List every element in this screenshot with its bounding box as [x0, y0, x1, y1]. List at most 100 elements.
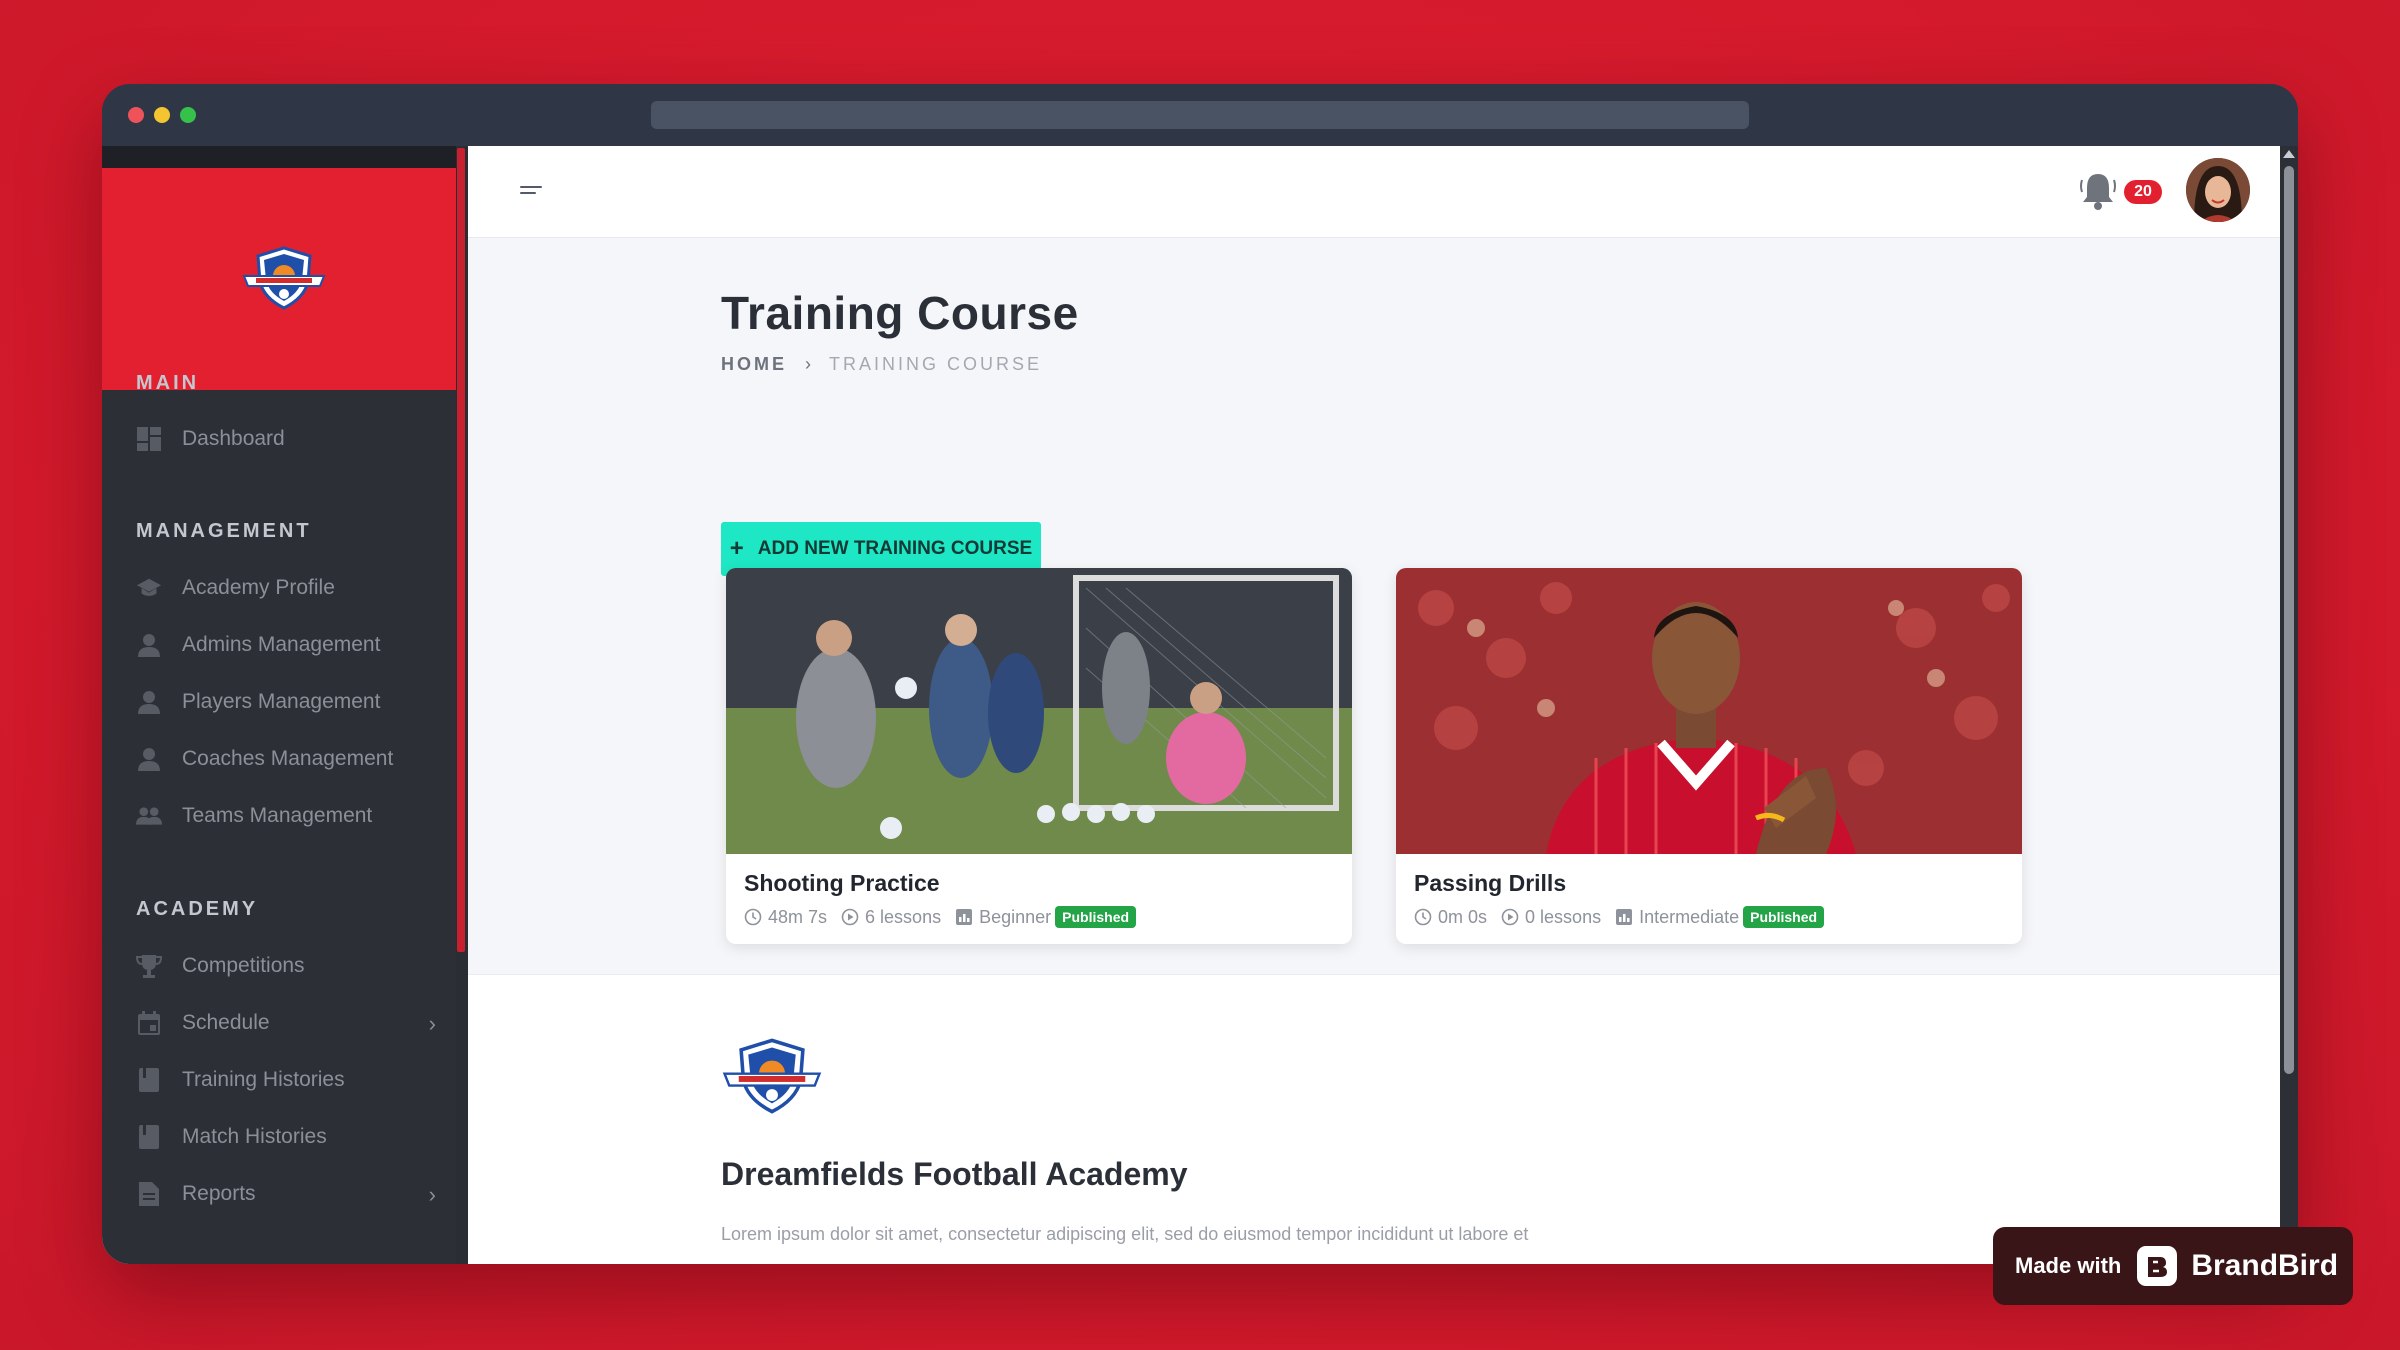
course-lessons: 0 lessons: [1525, 906, 1602, 927]
sidebar-item-training-histories[interactable]: Training Histories: [136, 1060, 436, 1100]
book-icon: [136, 1124, 162, 1150]
chevron-right-icon: ›: [428, 1011, 436, 1036]
course-thumbnail: [1396, 568, 2022, 854]
breadcrumb-current: TRAINING COURSE: [829, 354, 1043, 374]
course-card-passing-drills[interactable]: Passing Drills 0m 0s 0 lessons Intermedi…: [1396, 568, 2022, 944]
graduation-cap-icon: [136, 575, 162, 601]
sidebar-item-label: Schedule: [182, 1011, 270, 1034]
sidebar-item-label: Dashboard: [182, 427, 285, 450]
sidebar-scroll-thumb[interactable]: [457, 148, 465, 952]
sidebar-item-players-management[interactable]: Players Management: [136, 682, 436, 722]
status-badge: Published: [1743, 906, 1825, 928]
course-meta: 0m 0s 0 lessons Intermediate Published: [1414, 906, 1838, 928]
dashboard-icon: [136, 426, 162, 452]
user-icon: [136, 746, 162, 772]
trophy-icon: [136, 953, 162, 979]
course-lessons: 6 lessons: [865, 906, 942, 927]
sidebar-item-dashboard[interactable]: Dashboard: [136, 419, 436, 459]
sidebar-top-strip: [102, 146, 456, 168]
sidebar-item-coaches-management[interactable]: Coaches Management: [136, 739, 436, 779]
sidebar-item-label: Match Histories: [182, 1125, 327, 1148]
address-bar[interactable]: [651, 101, 1749, 129]
course-card-shooting-practice[interactable]: Shooting Practice 48m 7s 6 lessons Begin…: [726, 568, 1352, 944]
browser-window: MAIN Dashboard MANAGEMENT Academy Profil…: [102, 84, 2298, 1264]
book-icon: [136, 1067, 162, 1093]
add-button-label: ADD NEW TRAINING COURSE: [757, 538, 1033, 559]
meta-item: 0 lessons: [1501, 907, 1601, 928]
main-scroll-thumb[interactable]: [2284, 166, 2294, 1074]
academy-logo[interactable]: [722, 1038, 822, 1114]
academy-logo[interactable]: [242, 246, 326, 310]
plus-icon: +: [729, 535, 744, 562]
footer: [468, 974, 2280, 1264]
play-circle-icon: [841, 908, 859, 926]
sidebar: MAIN Dashboard MANAGEMENT Academy Profil…: [102, 146, 468, 1264]
clock-icon: [1414, 908, 1432, 926]
brandbird-logo-icon: [2137, 1246, 2178, 1286]
menu-toggle-icon[interactable]: [520, 186, 544, 200]
sidebar-item-competitions[interactable]: Competitions: [136, 946, 436, 986]
course-title: Passing Drills: [1414, 870, 1567, 896]
breadcrumb: HOME › TRAINING COURSE: [721, 354, 1042, 375]
meta-item: Intermediate Published: [1615, 906, 1825, 928]
meta-item: 0m 0s: [1414, 907, 1487, 928]
sidebar-item-academy-profile[interactable]: Academy Profile: [136, 568, 436, 608]
meta-item: Beginner Published: [955, 906, 1137, 928]
play-circle-icon: [1501, 908, 1519, 926]
bar-chart-icon: [956, 909, 973, 925]
sidebar-item-label: Training Histories: [182, 1068, 345, 1091]
users-icon: [136, 803, 162, 829]
breadcrumb-home-link[interactable]: HOME: [721, 354, 787, 375]
promo-made-with: Made with: [2015, 1253, 2122, 1278]
sidebar-item-admins-management[interactable]: Admins Management: [136, 625, 436, 665]
minimize-window-button[interactable]: [154, 107, 170, 123]
notification-bell-icon[interactable]: [2078, 170, 2118, 212]
page-title: Training Course: [721, 287, 1079, 339]
sidebar-item-label: Reports: [182, 1182, 256, 1205]
window-titlebar: [102, 84, 2298, 146]
course-title: Shooting Practice: [744, 870, 940, 896]
sidebar-item-label: Players Management: [182, 690, 381, 713]
sidebar-item-schedule[interactable]: Schedule ›: [136, 1003, 436, 1043]
sidebar-item-label: Academy Profile: [182, 576, 335, 599]
sidebar-item-label: Competitions: [182, 954, 305, 977]
user-icon: [136, 689, 162, 715]
chevron-right-icon: ›: [428, 1182, 436, 1207]
close-window-button[interactable]: [128, 107, 144, 123]
top-bar: 20: [468, 146, 2280, 238]
sidebar-item-match-histories[interactable]: Match Histories: [136, 1117, 436, 1157]
course-meta: 48m 7s 6 lessons Beginner Published: [744, 906, 1150, 928]
app-viewport: MAIN Dashboard MANAGEMENT Academy Profil…: [102, 146, 2298, 1264]
nav-section-main: MAIN: [136, 372, 200, 394]
chevron-right-icon: ›: [805, 354, 811, 374]
notification-count-badge: 20: [2124, 180, 2162, 204]
sidebar-item-label: Admins Management: [182, 633, 381, 656]
user-icon: [136, 632, 162, 658]
course-level: Intermediate: [1639, 906, 1740, 927]
meta-item: 48m 7s: [744, 907, 827, 928]
brandbird-promo-badge[interactable]: Made with BrandBird: [1993, 1227, 2353, 1305]
course-duration: 0m 0s: [1438, 906, 1488, 927]
promo-brand-name: BrandBird: [2191, 1249, 2339, 1282]
sidebar-item-label: Teams Management: [182, 804, 373, 827]
sidebar-item-label: Coaches Management: [182, 747, 394, 770]
brand-header: [102, 168, 456, 390]
clock-icon: [744, 908, 762, 926]
nav-section-management: MANAGEMENT: [136, 520, 312, 542]
sidebar-item-reports[interactable]: Reports ›: [136, 1174, 436, 1214]
user-avatar[interactable]: [2186, 158, 2250, 222]
scroll-up-arrow-icon[interactable]: [2283, 150, 2295, 158]
document-icon: [136, 1181, 162, 1207]
bar-chart-icon: [1616, 909, 1633, 925]
calendar-icon: [136, 1010, 162, 1036]
course-duration: 48m 7s: [768, 906, 828, 927]
status-badge: Published: [1055, 906, 1137, 928]
sidebar-item-teams-management[interactable]: Teams Management: [136, 796, 436, 836]
academy-description: Lorem ipsum dolor sit amet, consectetur …: [721, 1224, 1529, 1244]
meta-item: 6 lessons: [841, 907, 941, 928]
academy-name: Dreamfields Football Academy: [721, 1156, 1188, 1192]
course-level: Beginner: [979, 906, 1052, 927]
course-thumbnail: [726, 568, 1352, 854]
maximize-window-button[interactable]: [180, 107, 196, 123]
nav-section-academy: ACADEMY: [136, 898, 259, 920]
